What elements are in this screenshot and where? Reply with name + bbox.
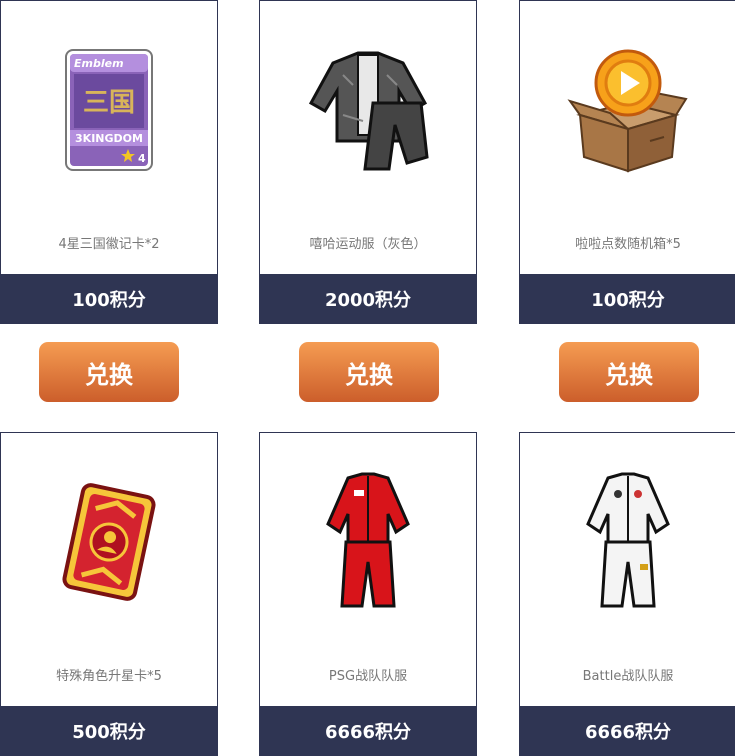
item-card-white-tracksuit: Battle战队队服 6666积分 (519, 432, 735, 756)
item-card-red-tracksuit: PSG战队队服 6666积分 (259, 432, 477, 756)
exchange-button[interactable]: 兑换 (299, 342, 439, 402)
item-card-emblem: Emblem 三国 3KINGDOM 4 4星三国徽记卡*2 100积分 (0, 0, 218, 324)
item-price: 2000积分 (259, 274, 477, 324)
white-tracksuit-icon (520, 467, 735, 617)
item-card-gray-tracksuit: 嘻哈运动服（灰色） 2000积分 (259, 0, 477, 324)
item-card-star-up: 特殊角色升星卡*5 500积分 (0, 432, 218, 756)
item-price: 100积分 (0, 274, 218, 324)
item-name: PSG战队队服 (328, 669, 408, 684)
item-price: 6666积分 (259, 706, 477, 756)
svg-text:三国: 三国 (83, 88, 135, 118)
item-price: 6666积分 (519, 706, 735, 756)
red-tracksuit-icon (260, 467, 476, 617)
item-name: 嘻哈运动服（灰色） (309, 237, 427, 252)
item-price: 100积分 (519, 274, 735, 324)
star-up-card-icon (1, 467, 217, 617)
exchange-button[interactable]: 兑换 (39, 342, 179, 402)
item-price: 500积分 (0, 706, 218, 756)
item-name: 4星三国徽记卡*2 (58, 237, 160, 252)
item-name: Battle战队队服 (582, 669, 674, 684)
svg-text:3KINGDOM: 3KINGDOM (75, 132, 143, 145)
svg-text:4: 4 (138, 152, 146, 165)
item-name: 啦啦点数随机箱*5 (575, 237, 681, 252)
coin-box-icon (520, 35, 735, 185)
exchange-button[interactable]: 兑换 (559, 342, 699, 402)
item-name: 特殊角色升星卡*5 (56, 669, 162, 684)
svg-text:Emblem: Emblem (74, 57, 124, 70)
item-card-coin-box: 啦啦点数随机箱*5 100积分 (519, 0, 735, 324)
emblem-card-icon: Emblem 三国 3KINGDOM 4 (1, 35, 217, 185)
gray-tracksuit-icon (260, 35, 476, 185)
